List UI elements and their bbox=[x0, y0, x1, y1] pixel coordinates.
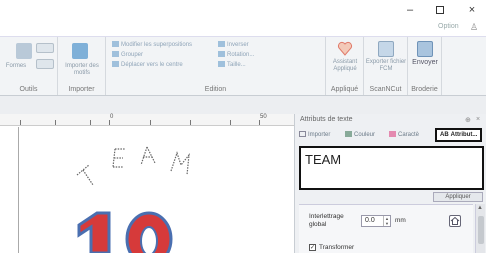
title-bar: – × bbox=[0, 0, 486, 20]
embroidery-design[interactable] bbox=[19, 127, 295, 253]
rotation-item[interactable]: Rotation... bbox=[218, 51, 254, 58]
tab-couleur[interactable]: Couleur bbox=[345, 129, 375, 142]
group-item[interactable]: Grouper bbox=[112, 51, 143, 58]
close-button[interactable]: × bbox=[461, 3, 483, 17]
ab-attribute-icon: AB bbox=[440, 132, 449, 138]
tab-caractere[interactable]: Caractè bbox=[389, 129, 419, 142]
horizontal-ruler: 0 50 bbox=[0, 114, 294, 126]
color-icon bbox=[345, 131, 352, 137]
toolbar-strip bbox=[0, 96, 486, 114]
applique-wizard-icon[interactable] bbox=[337, 41, 353, 57]
import-icon bbox=[299, 131, 306, 137]
rotate-icon bbox=[218, 51, 225, 57]
digit-one bbox=[77, 211, 111, 253]
canvas-page[interactable] bbox=[18, 127, 294, 253]
letter-m bbox=[170, 151, 190, 176]
user-icon[interactable]: ♙ bbox=[470, 22, 478, 32]
move-to-center-item[interactable]: Déplacer vers le centre bbox=[112, 61, 183, 68]
ruler-tick bbox=[150, 120, 151, 125]
line-spacing-label: Interlettrage global bbox=[309, 213, 344, 228]
text-input-value: TEAM bbox=[305, 152, 342, 167]
group-applique: Assistant Appliqué Appliqué bbox=[326, 37, 364, 95]
group-icon bbox=[112, 51, 119, 57]
shapes-button-label[interactable]: Formes bbox=[4, 63, 28, 70]
transform-checkbox[interactable]: ✓ bbox=[309, 244, 316, 251]
ruler-tick bbox=[230, 120, 231, 125]
text-input[interactable]: TEAM bbox=[299, 146, 484, 190]
letter-a bbox=[140, 146, 156, 166]
group-label-scanncut: ScanNCut bbox=[369, 86, 402, 93]
panel-close-icon[interactable]: × bbox=[476, 116, 480, 123]
export-fcm-label[interactable]: Exporter fichier FCM bbox=[365, 59, 407, 73]
zoom-tool-icon[interactable] bbox=[36, 59, 54, 69]
modify-overlaps-item[interactable]: Modifier les superpositions bbox=[112, 41, 192, 48]
select-tool-icon[interactable] bbox=[36, 43, 54, 53]
ruler-tick bbox=[190, 120, 191, 125]
letter-e bbox=[112, 148, 125, 168]
shapes-icon[interactable] bbox=[16, 43, 32, 59]
size-item[interactable]: Taille... bbox=[218, 61, 246, 68]
panel-title: Attributs de texte bbox=[300, 116, 353, 123]
ruler-tick bbox=[109, 120, 110, 125]
line-spacing-value: 0.0 bbox=[365, 217, 375, 224]
ruler-tick bbox=[259, 120, 260, 125]
ruler-tick bbox=[55, 120, 56, 125]
spinner-arrows[interactable]: ▲ ▼ bbox=[383, 216, 390, 226]
import-patterns-label[interactable]: Importer des motifs bbox=[60, 63, 104, 77]
group-label-importer: Importer bbox=[68, 86, 95, 93]
group-edition: Modifier les superpositions Grouper Dépl… bbox=[106, 37, 326, 95]
option-menu[interactable]: Option bbox=[438, 23, 459, 30]
apply-button[interactable]: Appliquer bbox=[433, 192, 483, 202]
maximize-icon bbox=[436, 6, 444, 14]
character-icon bbox=[389, 131, 396, 137]
send-button-label[interactable]: Envoyer bbox=[408, 59, 442, 66]
ruler-tick bbox=[90, 120, 91, 125]
send-icon[interactable] bbox=[417, 41, 433, 57]
group-importer: Importer des motifs Importer bbox=[58, 37, 106, 95]
properties-area: Interlettrage global 0.0 ▲ ▼ mm ✓ Transfor… bbox=[299, 204, 473, 253]
applique-wizard-label[interactable]: Assistant Appliqué bbox=[327, 59, 363, 73]
overlap-icon bbox=[112, 41, 119, 47]
line-spacing-unit: mm bbox=[395, 217, 406, 224]
ruler-label-50: 50 bbox=[260, 114, 267, 120]
group-label-broderie: Broderie bbox=[411, 86, 438, 93]
line-spacing-spinner[interactable]: 0.0 ▲ ▼ bbox=[361, 215, 391, 227]
export-fcm-icon[interactable] bbox=[378, 41, 394, 57]
ribbon: Formes Outils Importer des motifs Import… bbox=[0, 36, 486, 96]
properties-scrollbar[interactable]: ▲ bbox=[475, 204, 485, 253]
tab-importer[interactable]: Importer bbox=[299, 129, 330, 142]
transform-label: Transformer bbox=[319, 244, 355, 251]
ribbon-header: Option ♙ bbox=[0, 20, 486, 36]
panel-tabs: Importer Couleur Caractè AB Attribut... bbox=[297, 128, 485, 143]
group-label-applique: Appliqué bbox=[330, 86, 359, 93]
reset-home-icon[interactable] bbox=[449, 215, 461, 227]
mirror-icon bbox=[218, 41, 225, 47]
group-outils: Formes Outils bbox=[0, 37, 58, 95]
ruler-tick bbox=[20, 120, 21, 125]
letter-t bbox=[76, 164, 94, 186]
group-scanncut: Exporter fichier FCM ScanNCut bbox=[364, 37, 408, 95]
group-label-outils: Outils bbox=[19, 86, 38, 93]
group-label-edition: Edition bbox=[204, 86, 227, 93]
center-icon bbox=[112, 61, 119, 67]
text-attributes-panel: Attributs de texte ⊕ × Importer Couleur … bbox=[294, 114, 486, 253]
ruler-label-0: 0 bbox=[110, 114, 114, 120]
scroll-up-arrow[interactable]: ▲ bbox=[477, 205, 483, 211]
resize-icon bbox=[218, 61, 225, 67]
mirror-item[interactable]: Inverser bbox=[218, 41, 249, 48]
scroll-thumb[interactable] bbox=[478, 216, 484, 244]
import-patterns-icon[interactable] bbox=[72, 43, 88, 59]
design-canvas[interactable] bbox=[0, 127, 294, 253]
maximize-button[interactable] bbox=[429, 3, 451, 17]
pin-icon[interactable]: ⊕ bbox=[465, 116, 471, 124]
tab-attribut[interactable]: AB Attribut... bbox=[435, 128, 483, 142]
minimize-button[interactable]: – bbox=[399, 3, 421, 17]
group-broderie: Envoyer Broderie bbox=[408, 37, 442, 95]
